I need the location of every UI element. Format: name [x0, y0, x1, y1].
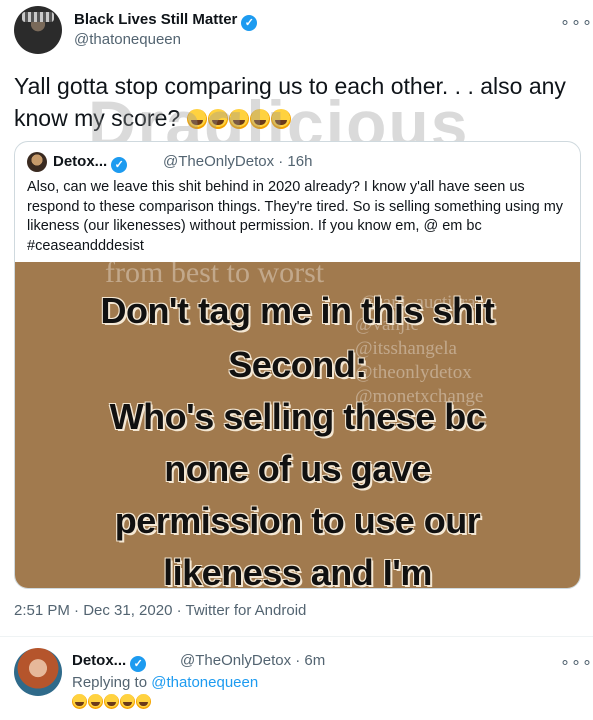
quoted-handle-time[interactable]: @TheOnlyDetox · 16h	[163, 153, 312, 170]
rolling-laughing-emoji-icon	[136, 694, 151, 709]
image-text-line: likeness and I'm	[163, 552, 432, 588]
image-text-line: Don't tag me in this shit	[100, 290, 495, 331]
replying-to-label: Replying to	[72, 674, 148, 691]
rolling-laughing-emoji-icon	[88, 694, 103, 709]
rolling-laughing-emoji-icon	[72, 694, 87, 709]
author-name-text[interactable]: Black Lives Still Matter	[74, 11, 237, 28]
replying-to-link[interactable]: @thatonequeen	[151, 674, 258, 691]
quoted-tweet-text: Also, can we leave this shit behind in 2…	[27, 179, 564, 254]
rolling-laughing-emoji-icon	[104, 694, 119, 709]
verified-badge-icon: ✓	[241, 15, 258, 31]
image-faint-text: from best to worst	[105, 262, 325, 289]
image-text-line: Second:	[228, 344, 367, 385]
rolling-laughing-emoji-icon	[120, 694, 135, 709]
divider	[0, 636, 593, 637]
avatar[interactable]	[14, 6, 62, 54]
quoted-author-name-text[interactable]: Detox...	[53, 153, 107, 170]
author-handle[interactable]: @thatonequeen	[74, 31, 181, 48]
replying-to: Replying to @thatonequeen	[72, 674, 258, 691]
reply-text	[72, 694, 152, 712]
reply-avatar[interactable]	[14, 648, 62, 696]
reply-handle-time[interactable]: @TheOnlyDetox · 6m	[180, 652, 325, 669]
reply-author-name-text[interactable]: Detox...	[72, 652, 126, 669]
rolling-laughing-emoji-icon	[228, 109, 249, 129]
image-text-line: permission to use our	[114, 500, 481, 541]
quoted-tweet[interactable]: Detox... ✓ @TheOnlyDetox · 16h Also, can …	[14, 141, 581, 589]
image-text-line: Who's selling these bc	[109, 396, 486, 437]
tweet-text: Yall gotta stop comparing us to each oth…	[14, 70, 574, 134]
quoted-author-name[interactable]: Detox... ✓	[53, 153, 128, 173]
rolling-laughing-emoji-icon	[249, 109, 270, 129]
reply-author-name[interactable]: Detox... ✓	[72, 652, 147, 672]
author-name[interactable]: Black Lives Still Matter ✓	[74, 11, 258, 31]
quoted-avatar[interactable]	[27, 152, 47, 172]
verified-badge-icon: ✓	[111, 157, 128, 173]
rolling-laughing-emoji-icon	[186, 109, 207, 129]
more-options-icon[interactable]: ∘∘∘	[560, 12, 593, 32]
image-text-line: none of us gave	[164, 448, 431, 489]
verified-badge-icon: ✓	[130, 656, 147, 672]
tweet-timestamp[interactable]: 2:51 PM · Dec 31, 2020 · Twitter for And…	[14, 602, 306, 619]
quoted-image[interactable]: from best to worst @lani_auctiara @vanji…	[15, 262, 580, 588]
more-options-icon[interactable]: ∘∘∘	[560, 652, 593, 672]
rolling-laughing-emoji-icon	[207, 109, 228, 129]
emoji-group	[186, 105, 292, 131]
rolling-laughing-emoji-icon	[270, 109, 291, 129]
